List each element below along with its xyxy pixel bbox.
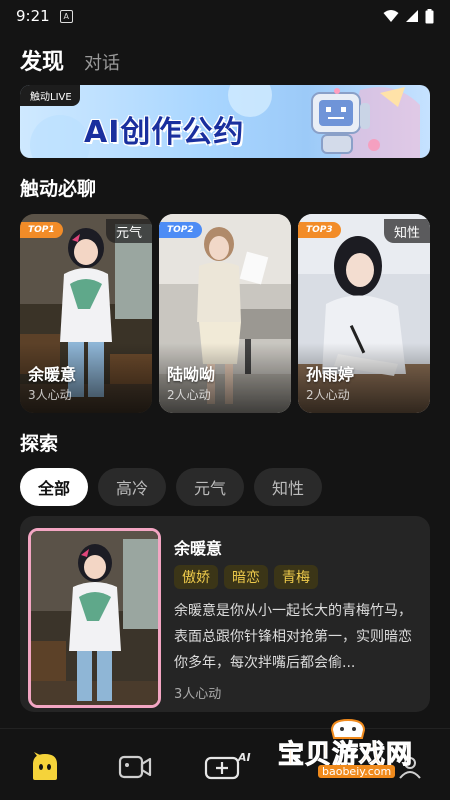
status-time: 9:21	[16, 7, 50, 25]
status-icons	[383, 8, 434, 24]
character-card[interactable]: TOP1 元气 余暖意 3人心动	[20, 214, 152, 413]
filter-chip-all[interactable]: 全部	[20, 468, 89, 506]
like-count: 2人心动	[306, 388, 350, 402]
banner-tag: 触动LIVE	[20, 85, 80, 106]
promo-banner[interactable]: 触动LIVE AI创作公约	[20, 85, 430, 158]
personality-tag: 知性	[383, 219, 430, 243]
character-name: 陆呦呦	[167, 365, 216, 384]
character-name: 孙雨婷	[306, 365, 355, 384]
character-name: 余暖意	[28, 365, 77, 384]
character-card[interactable]: TOP3 知性 孙雨婷 2人心动	[298, 214, 430, 413]
filter-chip-cool[interactable]: 高冷	[98, 468, 167, 506]
nav-home[interactable]	[25, 749, 65, 785]
banner-title: AI创作公约	[84, 115, 245, 150]
site-watermark: 宝贝游戏网 baobeiy.com	[277, 718, 448, 784]
character-description: 余暖意是你从小一起长大的青梅竹马，表面总跟你针锋相对抢第一，实则暗恋你多年，每次…	[174, 603, 412, 671]
nav-video[interactable]	[115, 749, 155, 785]
robot-mascot-icon	[311, 88, 380, 154]
nav-ai-create[interactable]: AI	[204, 749, 251, 785]
like-count: 2人心动	[167, 388, 211, 402]
video-camera-icon	[118, 755, 152, 779]
trait-tags: 傲娇 暗恋 青梅	[174, 565, 318, 589]
tab-chat[interactable]: 对话	[84, 49, 120, 75]
trait-tag: 青梅	[274, 565, 318, 589]
signal-icon	[406, 10, 418, 22]
rank-badge: TOP1	[20, 222, 63, 238]
tab-discover[interactable]: 发现	[20, 44, 64, 76]
section-title-explore: 探索	[20, 433, 59, 455]
notification-icon: A	[59, 9, 73, 23]
filter-chip-intellectual[interactable]: 知性	[254, 468, 323, 506]
home-mascot-icon	[33, 752, 57, 780]
watermark-url: baobeiy.com	[318, 765, 396, 778]
character-list-item[interactable]: 余暖意 傲娇 暗恋 青梅 余暖意是你从小一起长大的青梅竹马，表面总跟你针锋相对抢…	[20, 516, 430, 712]
character-thumbnail	[28, 528, 161, 708]
trait-tag: 暗恋	[224, 565, 268, 589]
like-count: 3人心动	[28, 388, 72, 402]
hot-character-list: TOP1 元气 余暖意 3人心动 TOP2 陆呦呦 2人心动 TOP3 知性 孙…	[20, 214, 430, 414]
wifi-icon	[383, 10, 399, 22]
trait-tag: 傲娇	[174, 565, 218, 589]
top-tabs: 发现 对话	[20, 44, 120, 76]
filter-chips: 全部 高冷 元气 知性	[20, 468, 323, 506]
ai-label: AI	[238, 751, 251, 764]
personality-tag: 元气	[105, 219, 152, 243]
rank-badge: TOP2	[159, 222, 202, 238]
character-name: 余暖意	[174, 539, 223, 558]
rank-badge: TOP3	[298, 222, 341, 238]
section-title-hot: 触动必聊	[20, 178, 97, 200]
like-count: 3人心动	[174, 687, 222, 702]
battery-icon	[425, 8, 434, 23]
status-bar: 9:21 A	[0, 0, 450, 32]
filter-chip-energetic[interactable]: 元气	[176, 468, 245, 506]
character-card[interactable]: TOP2 陆呦呦 2人心动	[159, 214, 291, 413]
character-portrait-image	[31, 531, 158, 705]
